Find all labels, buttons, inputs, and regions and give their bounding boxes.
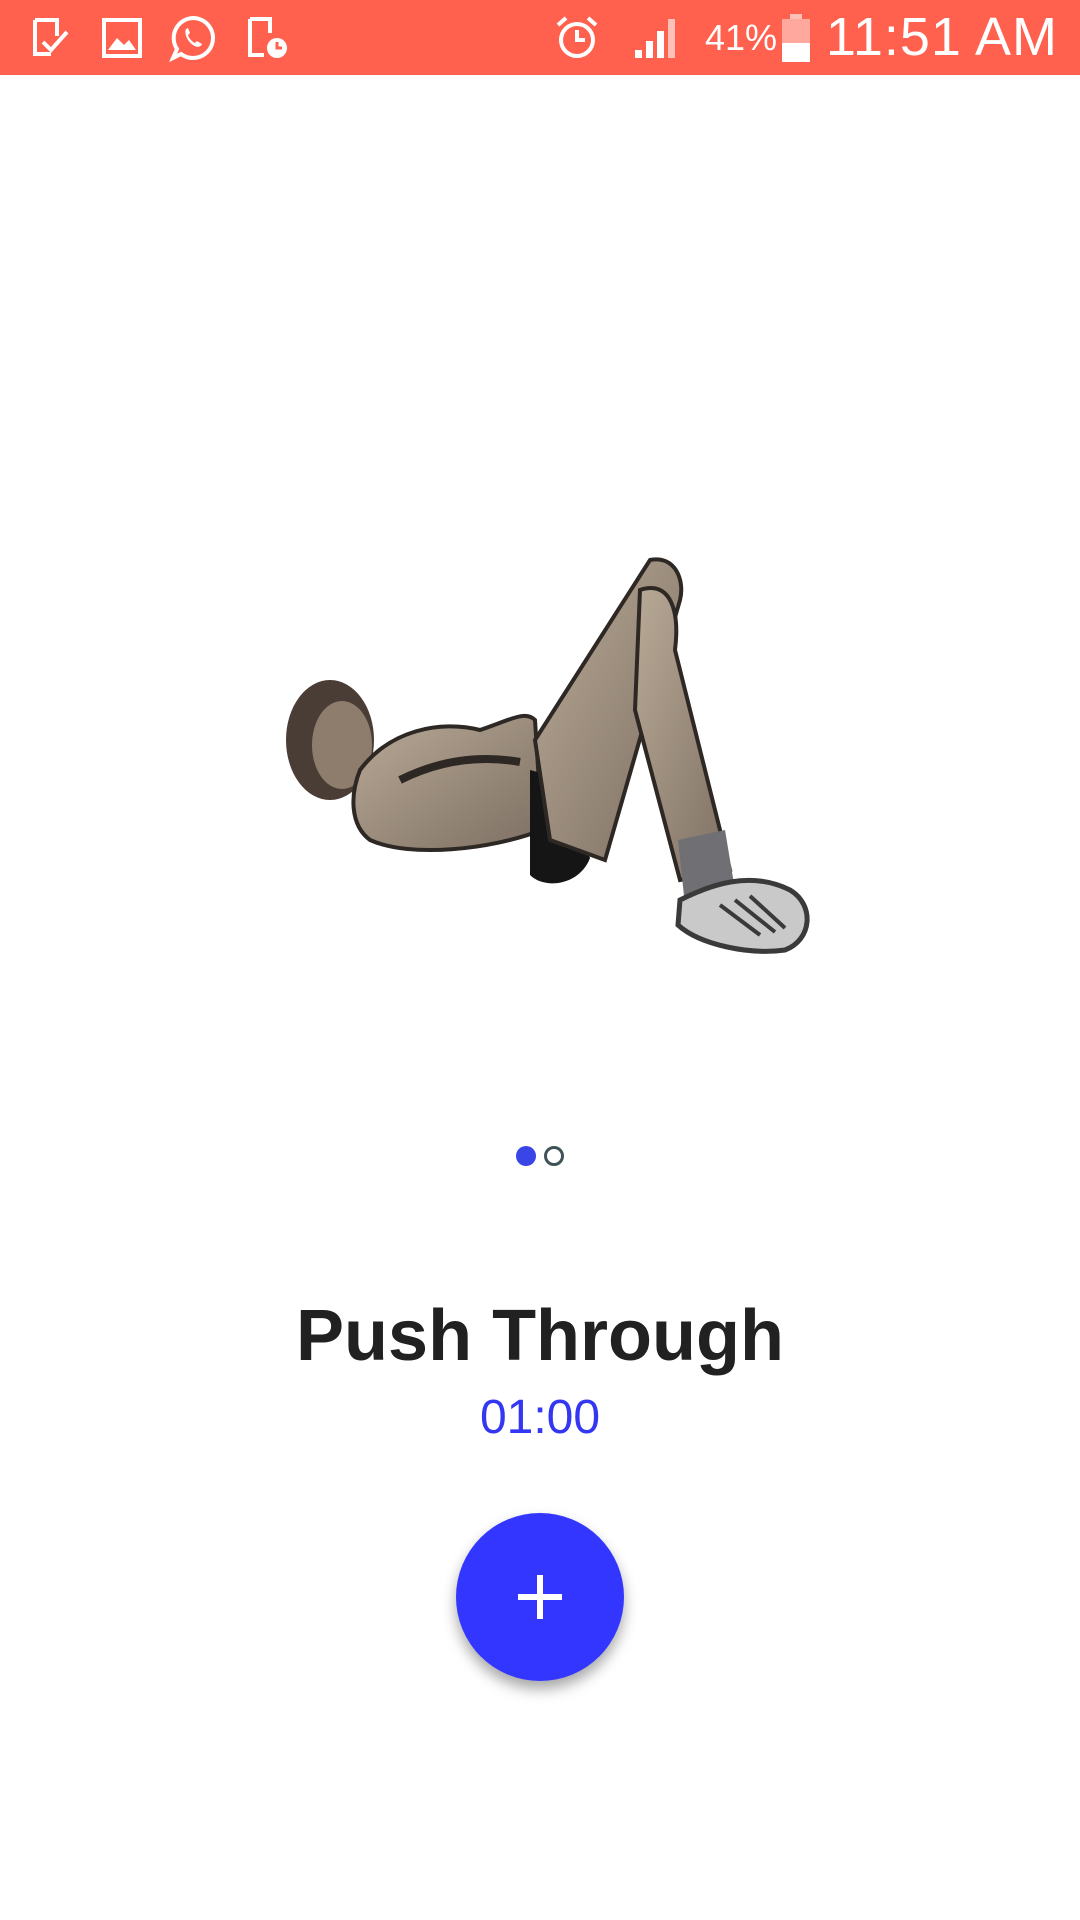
plus-icon	[518, 1575, 562, 1619]
battery-icon	[778, 0, 814, 75]
pager-dot[interactable]	[544, 1146, 564, 1166]
device-clock-icon	[244, 0, 290, 75]
status-bar: 41% 11:51 AM	[0, 0, 1080, 75]
image-pager	[0, 1146, 1080, 1168]
alarm-icon	[554, 0, 600, 75]
pager-dot-active[interactable]	[516, 1146, 536, 1166]
exercise-duration: 01:00	[479, 1391, 601, 1444]
signal-icon	[632, 0, 682, 75]
image-icon	[100, 0, 144, 75]
download-done-icon	[28, 0, 74, 75]
clock: 11:51 AM	[825, 7, 1058, 67]
add-button[interactable]	[456, 1513, 624, 1681]
battery-percent: 41%	[705, 17, 778, 58]
exercise-illustration	[280, 540, 840, 960]
exercise-title: Push Through	[296, 1296, 784, 1376]
whatsapp-icon	[168, 0, 218, 75]
